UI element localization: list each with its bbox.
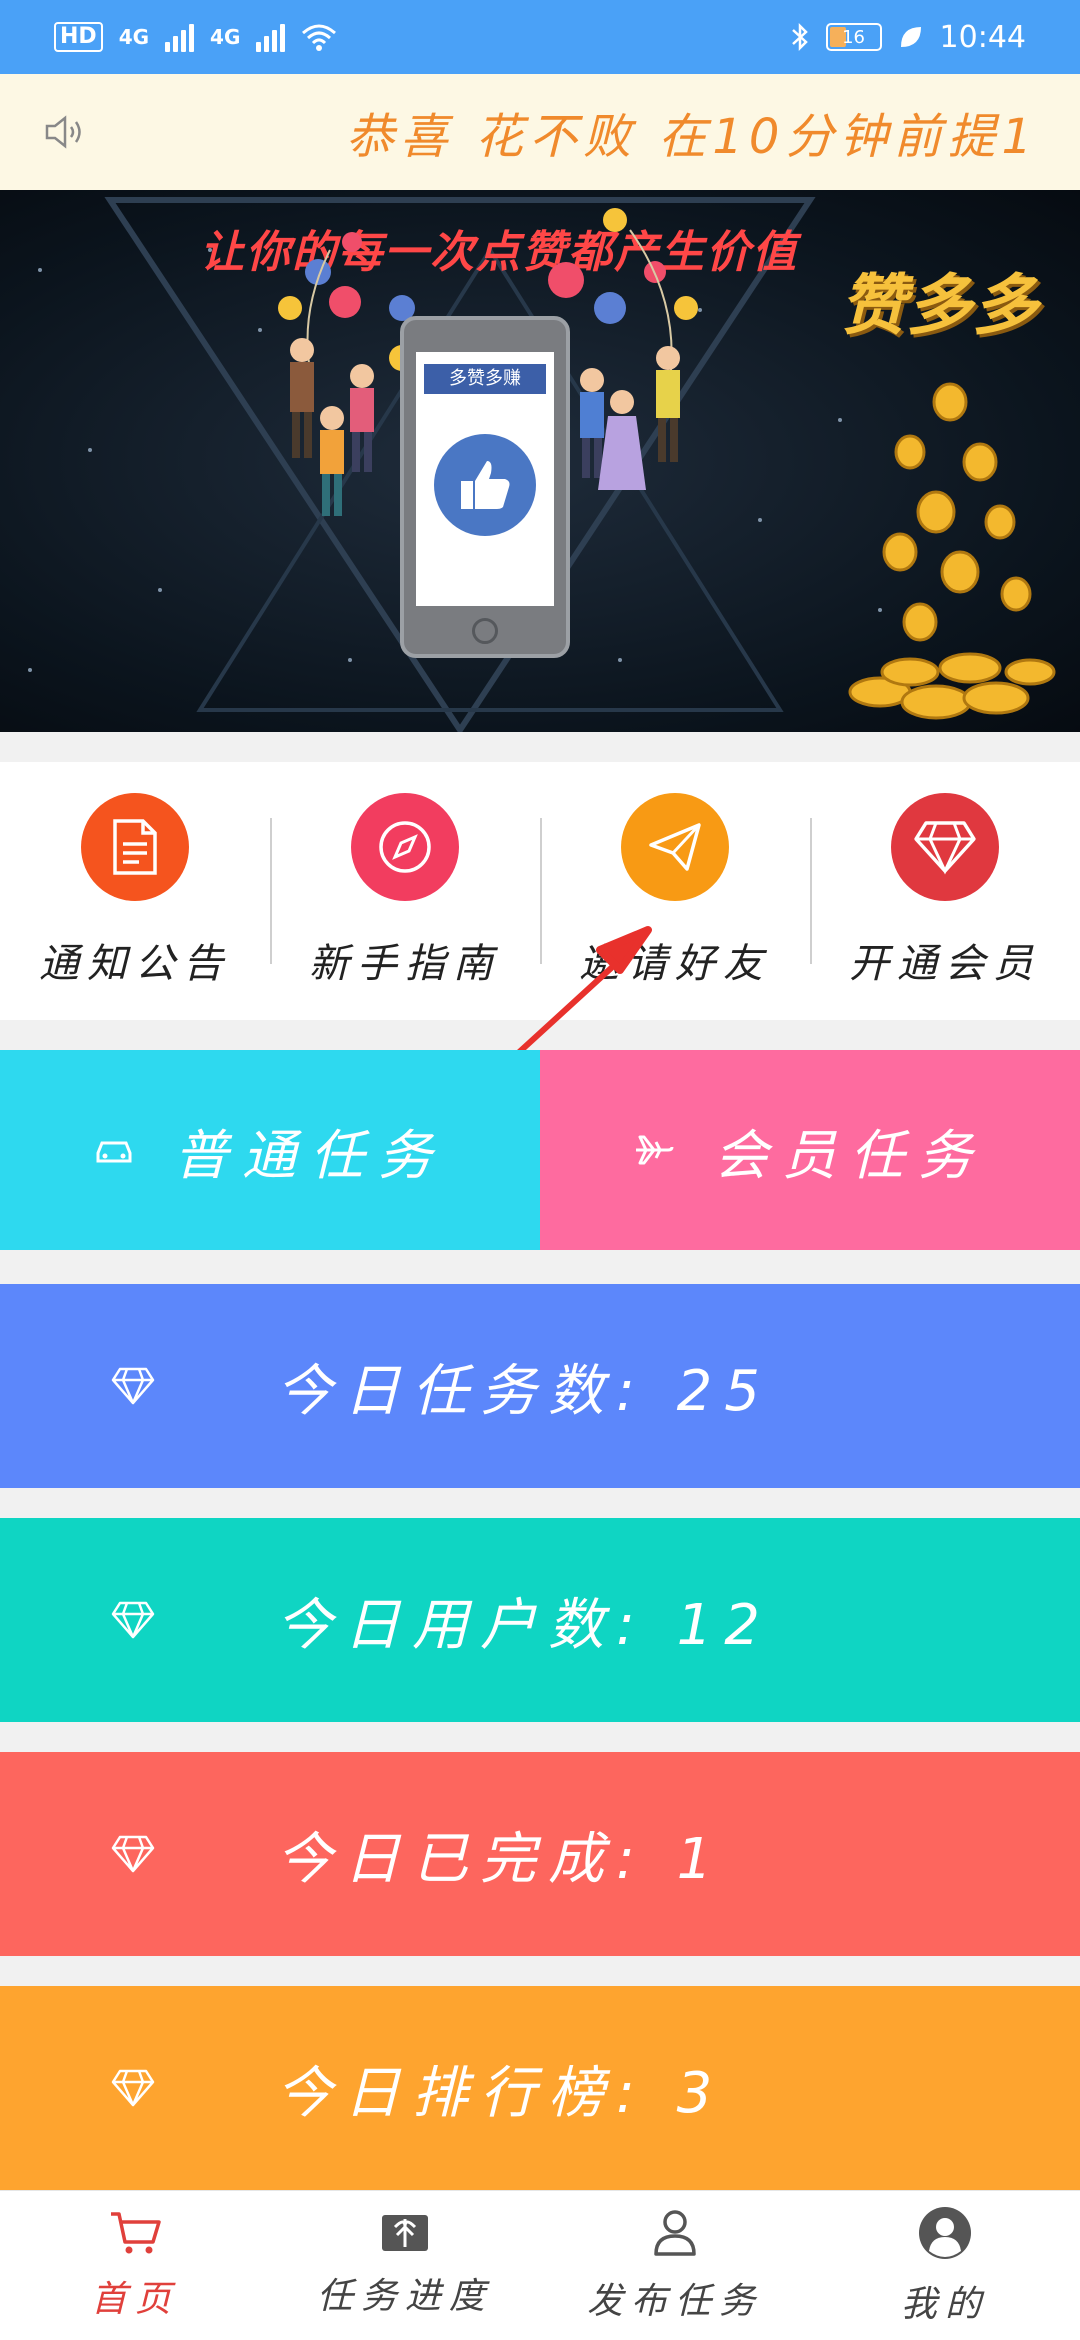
diamond-icon [891,793,999,901]
hd-badge: HD [54,22,103,52]
clock: 10:44 [939,19,1026,55]
quick-menu: 通知公告 新手指南 邀请好友 开通会员 [0,762,1080,1020]
stat-today-users[interactable]: 今日用户数: 12 [0,1518,1080,1722]
network-type-1: 4G [118,25,150,49]
notice-bar[interactable]: 恭喜 花不败 在10分钟前提1 [0,74,1080,190]
nav-task-progress-label: 任务进度 [316,2275,493,2317]
phone-home-button [472,618,498,644]
document-icon [81,793,189,901]
menu-notice[interactable]: 通知公告 [0,762,270,1020]
paper-plane-icon [621,793,729,901]
status-right: 16 10:44 [790,20,1026,55]
tab-normal-tasks[interactable]: 普通任务 [0,1050,540,1250]
diamond-icon [110,1829,160,1879]
stat-today-ranking[interactable]: 今日排行榜: 3 [0,1986,1080,2190]
plane-icon [636,1135,674,1165]
stat-today-completed-text: 今日已完成: 1 [276,1826,725,1892]
status-left: HD 4G 4G [54,22,337,52]
battery-icon: 16 [825,23,882,51]
stat-today-users-text: 今日用户数: 12 [276,1592,772,1658]
tab-normal-label: 普通任务 [174,1123,446,1187]
compass-icon [351,793,459,901]
diamond-icon [110,1361,160,1411]
tab-member-tasks[interactable]: 会员任务 [540,1050,1080,1250]
menu-notice-label: 通知公告 [39,941,231,987]
menu-membership-label: 开通会员 [849,941,1041,987]
nav-mine[interactable]: 我的 [810,2191,1080,2340]
stat-today-tasks[interactable]: 今日任务数: 25 [0,1284,1080,1488]
tab-member-label: 会员任务 [714,1123,986,1187]
bluetooth-icon [791,22,808,52]
gift-box-icon [382,2214,428,2251]
leaf-icon [900,27,921,47]
phone-label: 多赞多赚 [424,364,546,394]
cart-icon [111,2211,161,2253]
bottom-nav: 首页 任务进度 发布任务 我的 [0,2190,1080,2340]
phone-illustration: 多赞多赚 [400,316,570,658]
network-type-2: 4G [210,25,241,49]
battery-level: 16 [842,26,865,48]
menu-guide[interactable]: 新手指南 [270,762,540,1020]
menu-invite-label: 邀请好友 [579,941,771,987]
nav-publish-task-label: 发布任务 [586,2280,763,2322]
menu-membership[interactable]: 开通会员 [810,762,1080,1020]
menu-invite[interactable]: 邀请好友 [540,762,810,1020]
promo-banner[interactable]: 让你的每一次点赞都产生价值 赞多多 多赞多赚 [0,190,1080,732]
task-tabs: 普通任务 会员任务 [0,1050,1080,1250]
nav-mine-label: 我的 [900,2283,989,2325]
thumbs-up-icon [434,434,536,536]
nav-home-label: 首页 [90,2278,179,2320]
car-icon [96,1141,132,1163]
user-icon [654,2209,696,2256]
diamond-icon [110,2063,160,2113]
nav-publish-task[interactable]: 发布任务 [540,2191,810,2340]
wifi-icon [302,24,337,51]
nav-home[interactable]: 首页 [0,2191,270,2340]
stat-today-ranking-text: 今日排行榜: 3 [276,2060,725,2126]
speaker-icon [44,74,124,190]
signal-icon [165,22,195,52]
status-bar: HD 4G 4G 16 10:44 [0,0,1080,74]
stat-today-tasks-text: 今日任务数: 25 [276,1358,772,1424]
notice-marquee-text: 恭喜 花不败 在10分钟前提1 [345,109,1038,165]
avatar-icon [919,2206,971,2259]
menu-guide-label: 新手指南 [309,941,501,987]
diamond-icon [110,1595,160,1645]
phone-screen: 多赞多赚 [416,352,554,606]
stat-today-completed[interactable]: 今日已完成: 1 [0,1752,1080,1956]
signal-icon-2 [256,22,286,52]
nav-task-progress[interactable]: 任务进度 [270,2191,540,2340]
gold-coins-illustration [848,382,1056,720]
